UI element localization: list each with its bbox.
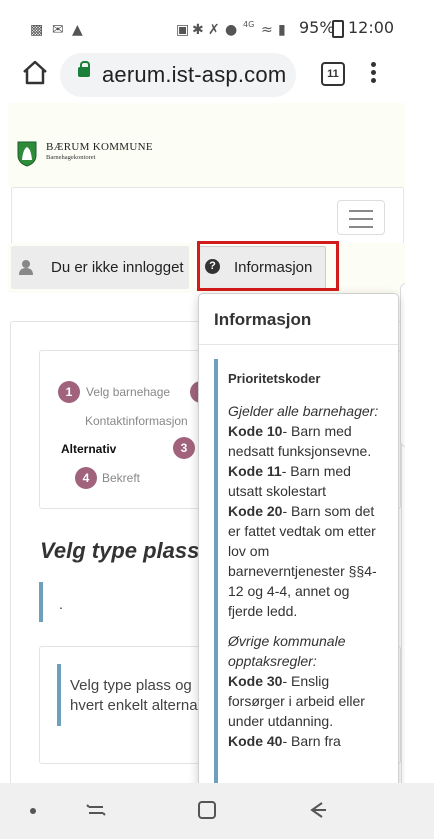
code-desc: - Barn fra — [282, 733, 341, 749]
panel-accent — [57, 664, 61, 726]
signal-icon: ▮ — [278, 22, 286, 38]
browser-toolbar: aerum.ist-asp.com 11 — [0, 52, 434, 100]
info-popover: Informasjon Prioritetskoder Gjelder alle… — [198, 293, 399, 783]
battery-icon — [332, 20, 344, 38]
priority-codes-block: Prioritetskoder Gjelder alle barnehager:… — [214, 359, 393, 783]
step-number: 3 — [173, 437, 195, 459]
home-nav-icon[interactable] — [196, 799, 218, 821]
lock-icon — [78, 61, 90, 77]
message-icon: ▩ — [30, 22, 44, 38]
menu-toggle-button[interactable] — [337, 200, 385, 235]
user-icon — [19, 260, 33, 275]
battery-percent: 95% — [299, 18, 335, 37]
photo-icon: ▲ — [72, 22, 83, 38]
lock-status-icon: ▣ — [176, 22, 190, 38]
code-label: Kode 30 — [228, 673, 283, 689]
section-title: Velg type plass — [40, 538, 200, 563]
address-bar[interactable]: aerum.ist-asp.com — [60, 53, 296, 97]
alarm-icon: ● — [225, 22, 238, 38]
url-text: aerum.ist-asp.com — [102, 62, 287, 87]
bluetooth-icon: ✱ — [192, 22, 204, 38]
site-header: BÆRUM KOMMUNE Barnehagekontoret — [8, 103, 405, 187]
side-card-edge — [400, 283, 405, 447]
step-label[interactable]: Bekreft — [102, 471, 140, 485]
code-label: Kode 20 — [228, 503, 283, 519]
priority-codes-text: Gjelder alle barnehager: Kode 10- Barn m… — [228, 401, 383, 751]
mail-icon: ✉ — [52, 22, 64, 38]
system-nav-bar — [0, 783, 434, 839]
login-status-button[interactable]: Du er ikke innlogget — [11, 246, 189, 289]
code-label: Kode 10 — [228, 423, 283, 439]
recent-apps-icon[interactable] — [85, 799, 107, 821]
mute-icon: ✗ — [208, 22, 220, 38]
code-label: Kode 40 — [228, 733, 283, 749]
ovrige-text: Øvrige kommunale opptaksregler: — [228, 633, 346, 669]
home-icon[interactable] — [20, 58, 50, 88]
step-number[interactable]: 4 — [75, 467, 97, 489]
login-status-label: Du er ikke innlogget — [51, 259, 184, 276]
overflow-menu-icon[interactable] — [366, 60, 380, 88]
status-bar: ▩ ✉ ▲ ▣ ✱ ✗ ● 4G ≈ ▮ 95% 12:00 — [0, 0, 434, 52]
step-label[interactable]: Velg barnehage — [86, 385, 170, 399]
kommune-shield-icon — [17, 141, 37, 167]
choice-text: hvert enkelt alterna — [70, 697, 198, 714]
code-label: Kode 11 — [228, 463, 282, 479]
gjelder-text: Gjelder alle barnehager: — [228, 403, 379, 419]
step-label-active: Alternativ — [61, 442, 117, 456]
popover-header: Informasjon — [199, 294, 398, 345]
choice-text: Velg type plass og — [70, 677, 192, 694]
org-name: BÆRUM KOMMUNE — [46, 141, 153, 153]
back-icon[interactable] — [306, 799, 328, 821]
priority-heading: Prioritetskoder — [228, 371, 321, 386]
wifi-icon: ≈ — [261, 22, 273, 38]
popover-title: Informasjon — [214, 310, 312, 329]
tab-switcher-button[interactable]: 11 — [321, 62, 345, 86]
clock-time: 12:00 — [348, 18, 395, 37]
network-type: 4G — [243, 20, 255, 29]
step-number[interactable]: 1 — [58, 381, 80, 403]
user-bar: Du er ikke innlogget ? Informasjon — [8, 241, 405, 293]
code-desc: - Barn som det er fattet vedtak om etter… — [228, 503, 377, 619]
step-label[interactable]: Kontaktinformasjon — [85, 414, 188, 428]
note-text: . — [59, 596, 63, 612]
highlight-box — [197, 241, 339, 291]
navbar — [11, 187, 404, 245]
web-page: BÆRUM KOMMUNE Barnehagekontoret Du er ik… — [8, 103, 405, 783]
org-subtitle: Barnehagekontoret — [46, 154, 96, 161]
nav-dot-icon[interactable] — [30, 808, 36, 814]
